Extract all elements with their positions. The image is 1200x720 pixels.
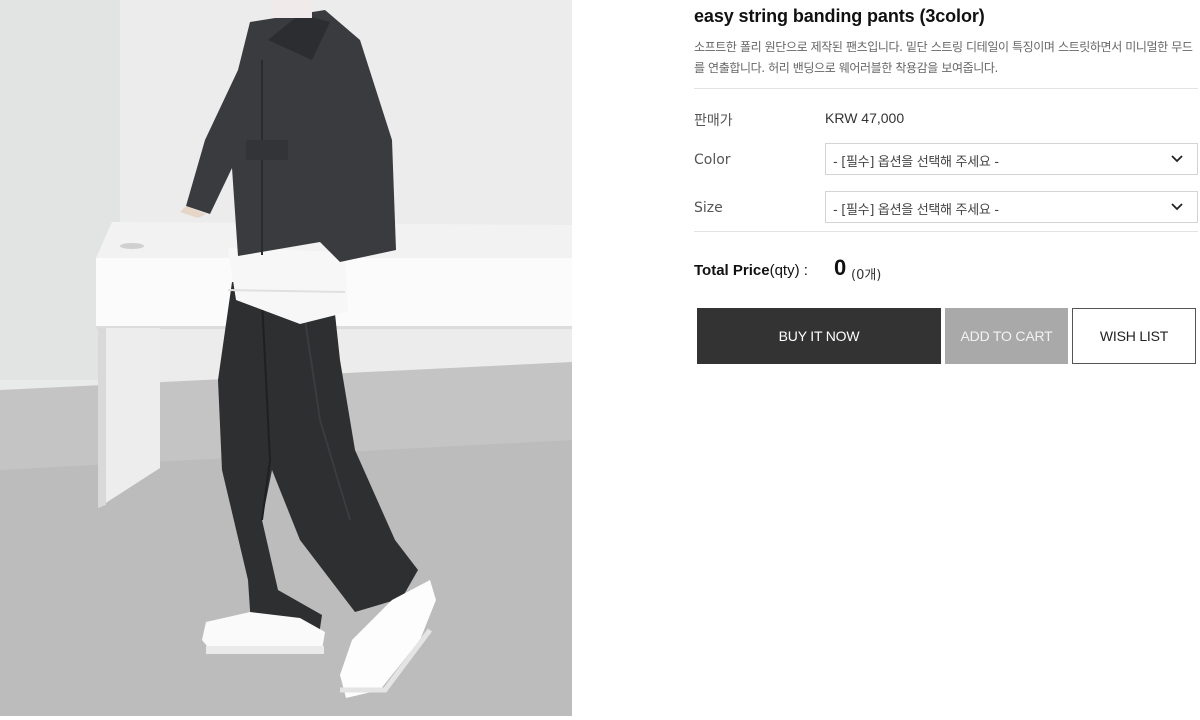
buy-it-now-button[interactable]: BUY IT NOW — [697, 308, 941, 364]
size-select[interactable]: - [필수] 옵션을 선택해 주세요 - — [825, 191, 1198, 223]
size-select-value: - [필수] 옵션을 선택해 주세요 - — [833, 203, 999, 218]
total-price-label-bold: Total Price — [694, 262, 770, 279]
color-select[interactable]: - [필수] 옵션을 선택해 주세요 - — [825, 143, 1198, 175]
total-price-value: 0 — [834, 255, 847, 280]
price-label: 판매가 — [694, 113, 733, 129]
divider — [694, 231, 1198, 232]
total-price-label: Total Price(qty) : — [694, 262, 808, 279]
total-qty: (0개) — [851, 268, 882, 283]
add-to-cart-button[interactable]: ADD TO CART — [945, 308, 1068, 364]
product-description: 소프트한 폴리 원단으로 제작된 팬츠입니다. 밑단 스트링 디테일이 특징이며… — [694, 40, 1193, 75]
size-option-label: Size — [694, 200, 723, 216]
product-info-panel: easy string banding pants (3color) 소프트한 … — [694, 0, 1200, 720]
color-option-label: Color — [694, 152, 731, 168]
product-image — [0, 0, 572, 716]
product-title: easy string banding pants (3color) — [694, 6, 985, 26]
total-price-label-suffix: (qty) : — [769, 262, 808, 279]
color-select-value: - [필수] 옵션을 선택해 주세요 - — [833, 155, 999, 170]
chevron-down-icon — [1171, 155, 1183, 163]
wish-list-button[interactable]: WISH LIST — [1072, 308, 1196, 364]
chevron-down-icon — [1171, 203, 1183, 211]
price-value: KRW 47,000 — [825, 110, 905, 126]
divider — [694, 88, 1198, 89]
